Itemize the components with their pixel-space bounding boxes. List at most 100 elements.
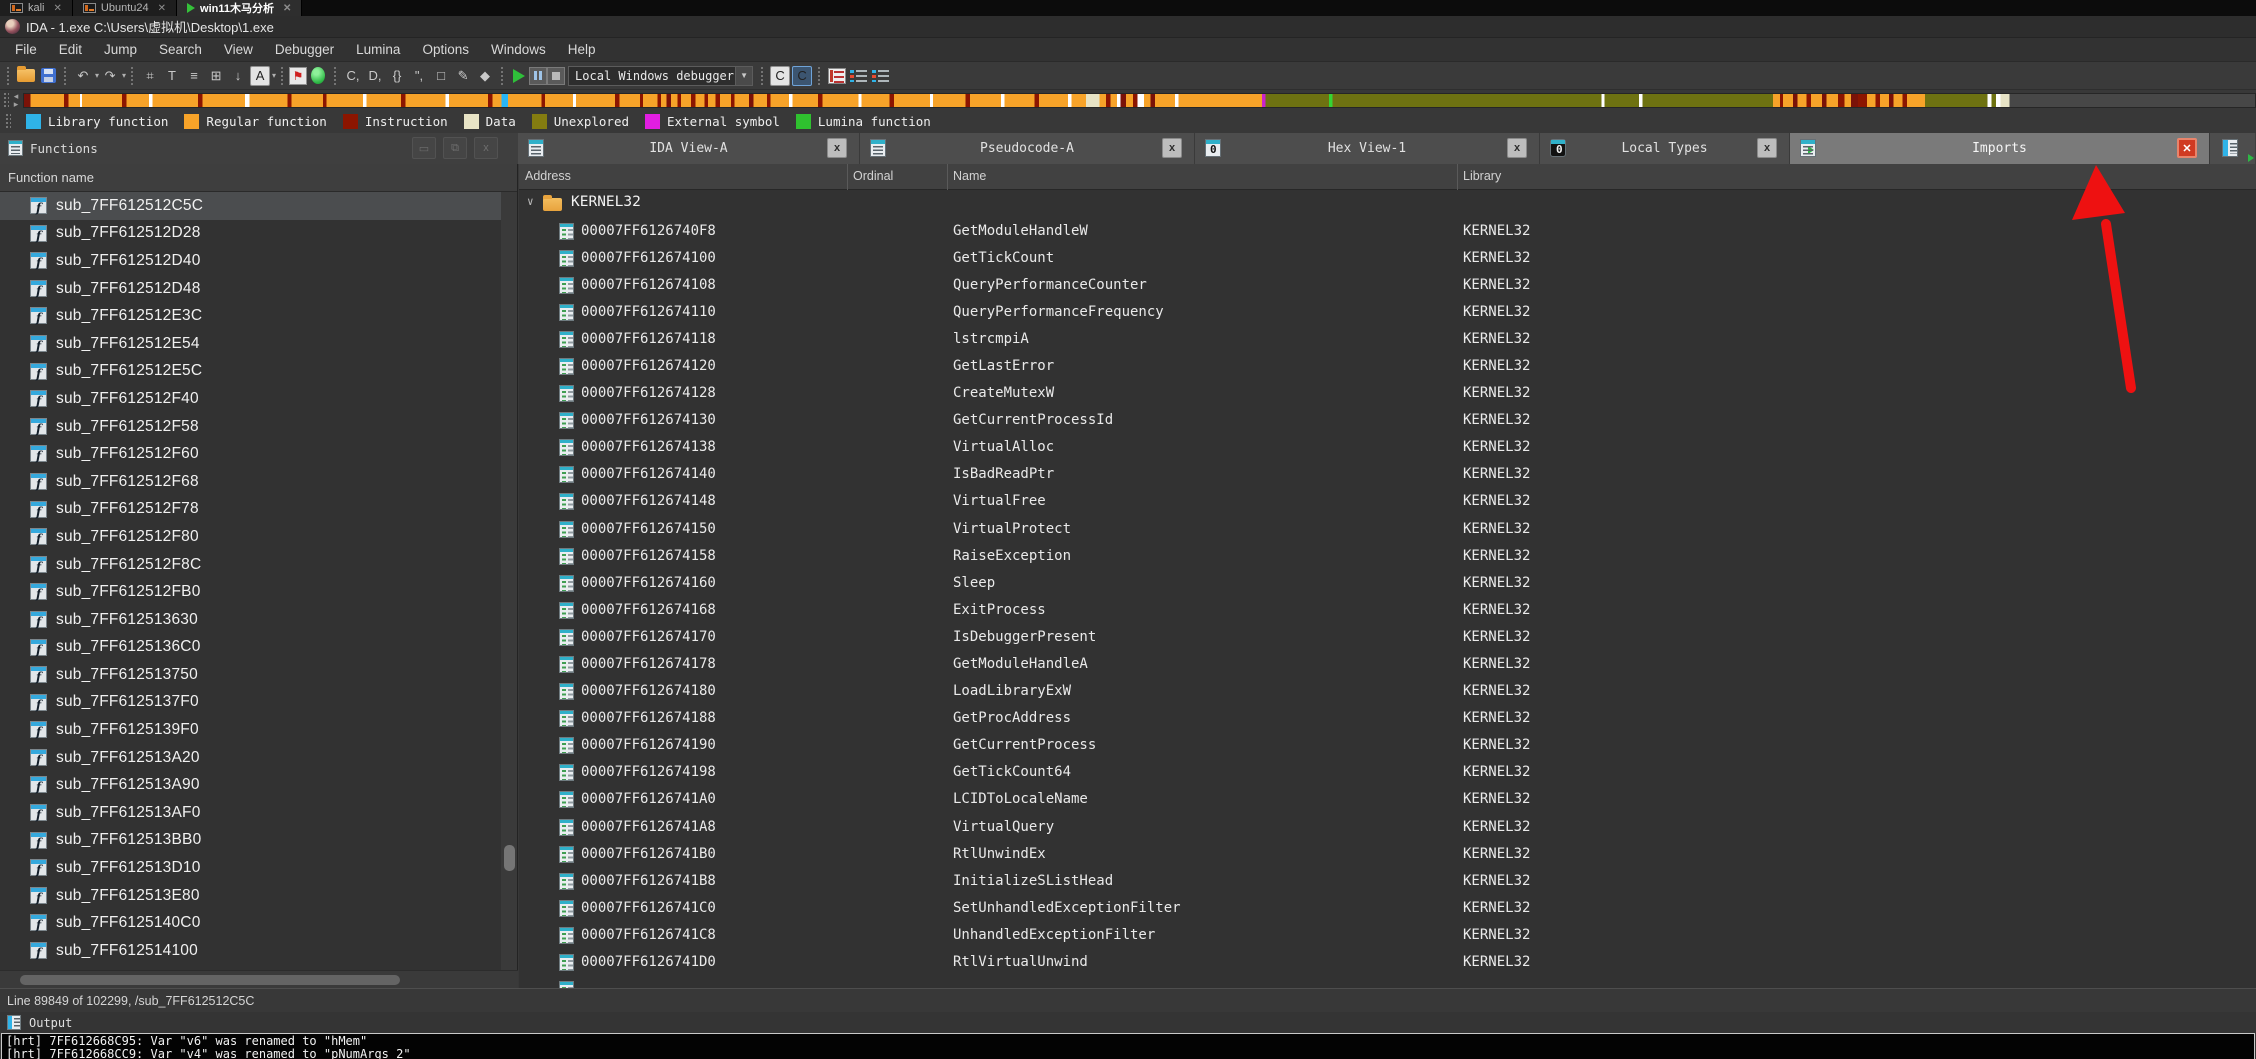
names-window-icon[interactable]: T [162,66,182,86]
import-row[interactable]: 00007FF612674130 GetCurrentProcessId KERNE… [519,407,2256,434]
ascii-dropdown-icon[interactable]: ▾ [272,71,276,80]
diamond-icon[interactable]: ◆ [475,66,495,86]
import-row[interactable]: 00007FF6126741D0 RtlVirtualUnwind KERNEL32 [519,949,2256,976]
toolbar-drag-handle[interactable] [333,65,339,86]
toolbar-drag-handle[interactable] [130,65,136,86]
function-list-item[interactable]: sub_7FF612512E5C [0,358,502,386]
function-list-item[interactable]: sub_7FF612512F8C [0,551,502,579]
import-row[interactable]: 00007FF612674160 Sleep KERNEL32 [519,570,2256,597]
menu-options[interactable]: Options [411,42,480,57]
function-list-item[interactable]: sub_7FF612514100 [0,937,502,965]
window-list-icon[interactable] [2210,133,2255,164]
import-row[interactable]: 00007FF612674120 GetLastError KERNEL32 [519,353,2256,380]
import-row[interactable]: 00007FF6126741B0 RtlUnwindEx KERNEL32 [519,841,2256,868]
import-row-partial[interactable] [519,976,2256,988]
menu-lumina[interactable]: Lumina [345,42,411,57]
function-list-item[interactable]: sub_7FF612512F80 [0,523,502,551]
function-list-item[interactable]: sub_7FF612513A20 [0,744,502,772]
pause-debugger-icon[interactable] [529,66,548,85]
forward-dropdown-icon[interactable]: ▾ [122,71,126,80]
stop-debugger-icon[interactable] [547,66,566,85]
function-list-item[interactable]: sub_7FF612512F58 [0,413,502,441]
menu-search[interactable]: Search [148,42,213,57]
function-list-item[interactable]: sub_7FF612512D28 [0,220,502,248]
function-list-item[interactable]: sub_7FF612513630 [0,606,502,634]
function-list-item[interactable]: sub_7FF612512D48 [0,275,502,303]
import-row[interactable]: 00007FF612674158 RaiseException KERNEL32 [519,543,2256,570]
tab-imports[interactable]: Imports ✕ [1790,133,2210,164]
function-list-item[interactable]: sub_7FF612512D40 [0,247,502,275]
import-row[interactable]: 00007FF6126741A0 LCIDToLocaleName KERNEL32 [519,786,2256,813]
navigation-band[interactable] [23,92,2256,108]
string-literal-icon[interactable]: ", [409,66,429,86]
menu-help[interactable]: Help [557,42,607,57]
close-icon[interactable]: ✕ [158,3,166,14]
close-icon[interactable]: ✕ [283,3,291,14]
float-button[interactable]: ⧉ [443,137,467,159]
function-list-item[interactable]: sub_7FF612512FB0 [0,578,502,606]
dock-button[interactable]: ▭ [412,137,436,159]
ascii-icon[interactable]: A [250,65,271,86]
function-list-item[interactable]: sub_7FF612512F78 [0,496,502,524]
tab-local-types[interactable]: Local Types x [1540,133,1790,164]
column-header-address[interactable]: Address [525,169,571,183]
c-source-icon[interactable]: C [770,65,791,86]
function-list-item[interactable]: sub_7FF612513A90 [0,771,502,799]
save-button[interactable] [38,66,58,86]
vm-tab-kali[interactable]: kali ✕ [0,0,73,16]
column-header-ordinal[interactable]: Ordinal [853,169,893,183]
functions-column-header[interactable]: Function name [0,164,517,192]
jump-down-icon[interactable]: ↓ [228,66,248,86]
function-list-item[interactable]: sub_7FF6125139F0 [0,716,502,744]
menu-debugger[interactable]: Debugger [264,42,345,57]
close-icon[interactable]: x [1757,138,1777,158]
bookmark-icon[interactable]: ⚑ [289,66,308,85]
vm-tab-Ubuntu24[interactable]: Ubuntu24 ✕ [72,0,178,16]
import-row[interactable]: 00007FF612674180 LoadLibraryExW KERNEL32 [519,678,2256,705]
toolbar-drag-handle[interactable] [817,65,823,86]
close-icon[interactable]: x [1507,138,1527,158]
import-row[interactable]: 00007FF612674168 ExitProcess KERNEL32 [519,597,2256,624]
create-c-type-icon[interactable]: C, [343,66,363,86]
stack-list-icon[interactable] [871,66,891,86]
create-data-icon[interactable]: D, [365,66,385,86]
import-row[interactable]: 00007FF6126740F8 GetModuleHandleW KERNEL32 [519,218,2256,245]
column-separator[interactable] [847,164,848,190]
import-row[interactable]: 00007FF612674150 VirtualProtect KERNEL32 [519,516,2256,543]
function-list-item[interactable]: sub_7FF612512C5C [0,192,502,220]
function-list-item[interactable]: sub_7FF612512F60 [0,440,502,468]
import-row[interactable]: 00007FF6126741C8 UnhandledExceptionFilter… [519,922,2256,949]
functions-hscroll-thumb[interactable] [20,975,400,985]
import-row[interactable]: 00007FF6126741B8 InitializeSListHead KERNE… [519,868,2256,895]
import-row[interactable]: 00007FF612674178 GetModuleHandleA KERNEL32 [519,651,2256,678]
open-file-button[interactable] [16,66,36,86]
toolbar-drag-handle[interactable] [760,65,766,86]
column-header-library[interactable]: Library [1463,169,1501,183]
tab-hex-view-1[interactable]: Hex View-1 x [1195,133,1540,164]
column-separator[interactable] [947,164,948,190]
create-array-icon[interactable]: □ [431,66,451,86]
segments-icon[interactable]: ⊞ [206,66,226,86]
menu-jump[interactable]: Jump [93,42,148,57]
start-debugger-icon[interactable] [513,68,526,83]
debugger-selector-value[interactable]: Local Windows debugger [568,65,737,86]
function-list-item[interactable]: sub_7FF612512E3C [0,302,502,330]
import-row[interactable]: 00007FF612674190 GetCurrentProcess KERNEL3… [519,732,2256,759]
toolbar-drag-handle[interactable] [500,65,506,86]
toolbar-drag-handle[interactable] [280,65,286,86]
function-list-item[interactable]: sub_7FF612513BB0 [0,827,502,855]
menu-view[interactable]: View [213,42,264,57]
toolbar-drag-handle[interactable] [63,65,68,86]
function-list-item[interactable]: sub_7FF612513D10 [0,854,502,882]
import-row[interactable]: 00007FF612674170 IsDebuggerPresent KERNEL3… [519,624,2256,651]
functions-vertical-scrollbar[interactable] [501,192,517,970]
import-row[interactable]: 00007FF612674108 QueryPerformanceCounter K… [519,272,2256,299]
imports-group-row[interactable]: ∨ KERNEL32 [519,190,2256,218]
toolbar-drag-handle[interactable] [6,65,11,86]
import-row[interactable]: 00007FF612674118 lstrcmpiA KERNEL32 [519,326,2256,353]
import-row[interactable]: 00007FF612674148 VirtualFree KERNEL32 [519,488,2256,515]
structs-icon[interactable]: ⌗ [140,66,160,86]
vm-tab-win11木马分析[interactable]: win11木马分析 ✕ [177,0,303,16]
function-list-item[interactable]: sub_7FF6125140C0 [0,909,502,937]
function-list-item[interactable]: sub_7FF612513E80 [0,882,502,910]
